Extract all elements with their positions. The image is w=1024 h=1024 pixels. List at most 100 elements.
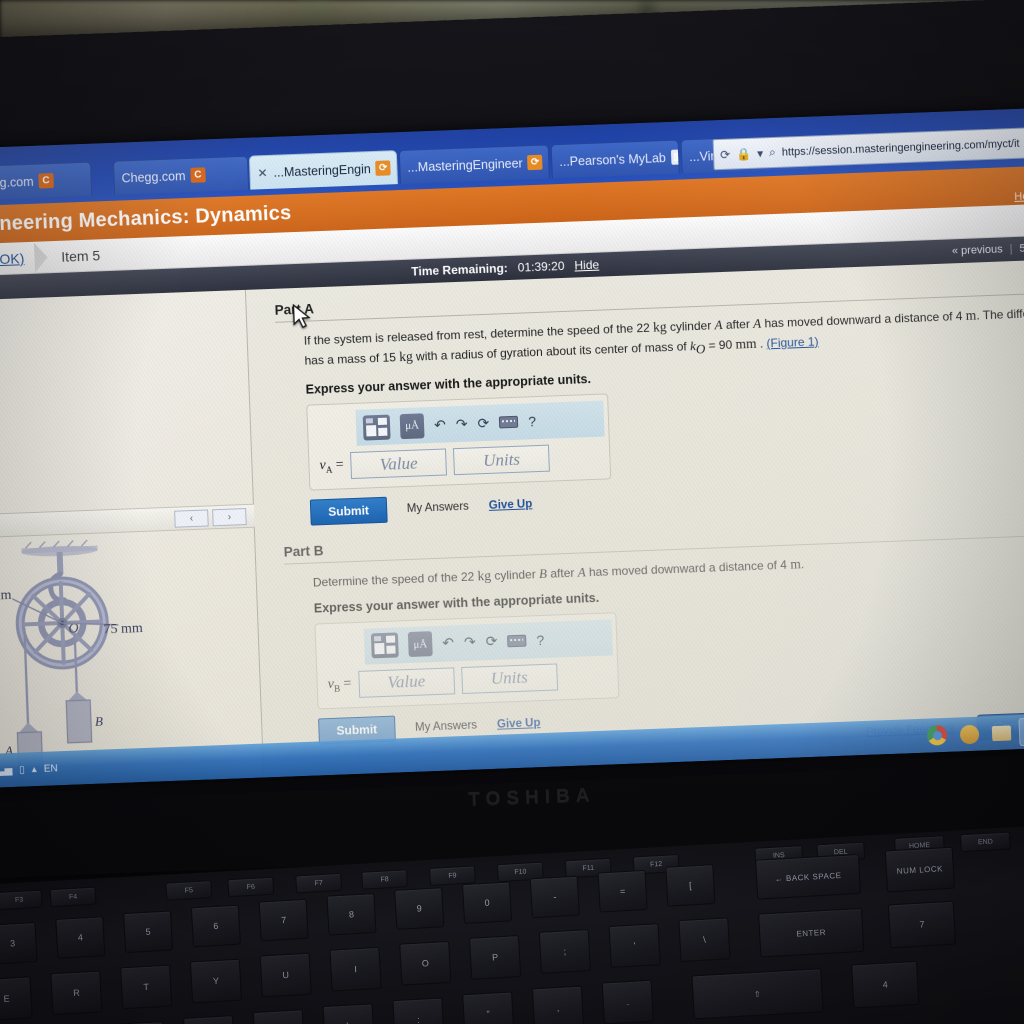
browser-tab[interactable]: ...Pearson's MyLab ▥ [550, 139, 680, 179]
key-equals[interactable]: = [597, 869, 648, 913]
key-colon[interactable]: : [392, 997, 445, 1024]
key-f5[interactable]: F5 [165, 880, 213, 901]
key-7[interactable]: 7 [258, 898, 309, 942]
key-p[interactable]: P [468, 935, 522, 980]
key-shift-right[interactable]: ⇧ [691, 968, 824, 1020]
keyboard-icon[interactable] [507, 634, 527, 648]
key-u[interactable]: U [259, 952, 312, 998]
part-a-units-input[interactable]: Units [453, 444, 551, 476]
key-num-lock[interactable]: NUM LOCK [884, 846, 955, 893]
timer-hide-link[interactable]: Hide [574, 258, 599, 273]
key-period[interactable]: . [601, 979, 654, 1024]
value-placeholder: Value [379, 453, 418, 474]
key-semicolon[interactable]: ; [538, 929, 592, 974]
key-3[interactable]: 3 [0, 921, 38, 965]
undo-icon[interactable]: ↶ [434, 416, 446, 433]
key-l[interactable]: L [322, 1003, 375, 1024]
key-f3[interactable]: F3 [0, 889, 43, 911]
key-o[interactable]: O [399, 940, 452, 986]
figure-next-button[interactable]: › [212, 507, 247, 526]
browser-tab[interactable]: Chegg.com C [112, 155, 250, 195]
previous-link[interactable]: « previous [952, 243, 1003, 257]
internet-explorer-icon[interactable]: 𝑒 [1018, 717, 1024, 747]
address-url[interactable]: https://session.masteringengineering.com… [782, 137, 1024, 158]
folder-icon[interactable] [987, 718, 1016, 747]
key-backspace[interactable]: ← BACK SPACE [755, 853, 862, 900]
key-8[interactable]: 8 [326, 893, 377, 936]
q-text: with a radius of gyration about its cent… [412, 339, 691, 364]
part-a-my-answers-link[interactable]: My Answers [407, 501, 469, 515]
breadcrumb-assignment[interactable]: PEN BOOK) [0, 250, 25, 269]
part-b-units-input[interactable]: Units [460, 663, 558, 694]
key-9[interactable]: 9 [394, 887, 445, 930]
part-a-give-up-link[interactable]: Give Up [489, 498, 533, 512]
key-i[interactable]: I [329, 946, 382, 992]
part-a-value-input[interactable]: Value [350, 448, 448, 480]
units-icon[interactable]: μÅ [399, 412, 425, 439]
network-icon[interactable]: ▁▃▅ [0, 764, 12, 776]
figure-link[interactable]: (Figure 1) [766, 334, 819, 350]
units-icon[interactable]: μÅ [407, 631, 433, 658]
tab-title: Chegg.com [121, 168, 186, 185]
key-numpad-7[interactable]: 7 [887, 900, 957, 949]
figure-prev-button[interactable]: ‹ [174, 508, 209, 528]
undo-icon[interactable]: ↶ [442, 635, 454, 652]
key-k[interactable]: K [252, 1009, 306, 1024]
key-f8[interactable]: F8 [361, 869, 409, 890]
browser-tab[interactable]: Chegg.com C [0, 161, 93, 201]
redo-icon[interactable]: ↷ [455, 415, 467, 432]
redo-icon[interactable]: ↷ [464, 634, 476, 651]
key-f4[interactable]: F4 [49, 886, 97, 908]
system-tray: 🔊 ▁▃▅ ▯ ▴ EN [0, 763, 58, 777]
keyboard-icon[interactable] [499, 415, 519, 429]
lock-icon: 🔒 [735, 146, 752, 161]
key-backslash[interactable]: \ [678, 917, 731, 963]
key-enter[interactable]: ENTER [758, 907, 865, 958]
key-f6[interactable]: F6 [227, 876, 275, 898]
browser-tab-active[interactable]: ✕ ...MasteringEngin ⟳ [248, 150, 399, 190]
help-icon[interactable]: ? [536, 632, 544, 648]
key-f7[interactable]: F7 [295, 872, 343, 894]
key-minus[interactable]: - [529, 875, 580, 919]
key-4[interactable]: 4 [55, 916, 106, 959]
reset-icon[interactable]: ⟳ [477, 414, 489, 431]
key-bracket-left[interactable]: [ [665, 864, 716, 907]
browser-tab[interactable]: ...MasteringEngineer ⟳ [398, 144, 550, 185]
search-icon[interactable]: ⌕ [769, 145, 776, 160]
part-a-submit-button[interactable]: Submit [309, 496, 388, 526]
key-t[interactable]: T [120, 964, 173, 1010]
key-numpad-4[interactable]: 4 [851, 960, 920, 1009]
math-template-icon[interactable] [370, 632, 399, 659]
key-6[interactable]: 6 [190, 904, 241, 948]
part-b-value-input[interactable]: Value [357, 667, 455, 698]
math-template-icon[interactable] [362, 414, 391, 441]
show-hidden-icon[interactable]: ▴ [32, 764, 37, 775]
close-icon[interactable]: ✕ [257, 165, 268, 179]
key-5[interactable]: 5 [123, 910, 174, 954]
key-quote[interactable]: ' [608, 923, 661, 968]
key-y[interactable]: Y [189, 958, 243, 1004]
part-b-give-up-link[interactable]: Give Up [497, 717, 541, 731]
key-end[interactable]: END [959, 831, 1011, 853]
chegg-icon: C [38, 173, 54, 189]
breadcrumb-item: Item 5 [60, 246, 101, 265]
reset-icon[interactable]: ⟳ [485, 633, 497, 650]
breadcrumb-separator [33, 241, 48, 273]
download-icon[interactable] [955, 720, 984, 749]
q-text: cylinder [490, 567, 540, 583]
help-icon[interactable]: ? [528, 413, 536, 429]
v-subscript: B [333, 683, 341, 694]
language-indicator[interactable]: EN [44, 763, 58, 775]
chevron-down-icon[interactable]: ▾ [757, 146, 764, 160]
key-j[interactable]: J [182, 1015, 236, 1024]
battery-icon[interactable]: ▯ [19, 764, 25, 775]
part-b-my-answers-link[interactable]: My Answers [415, 719, 477, 733]
key-e[interactable]: E [0, 976, 33, 1022]
key-comma[interactable]: , [531, 985, 585, 1024]
refresh-icon[interactable]: ⟳ [720, 147, 731, 161]
key-r[interactable]: R [50, 970, 103, 1016]
key-quote2[interactable]: " [462, 991, 515, 1024]
key-0[interactable]: 0 [461, 881, 513, 925]
help-link[interactable]: Help [1014, 190, 1024, 203]
chrome-icon[interactable] [923, 721, 952, 750]
